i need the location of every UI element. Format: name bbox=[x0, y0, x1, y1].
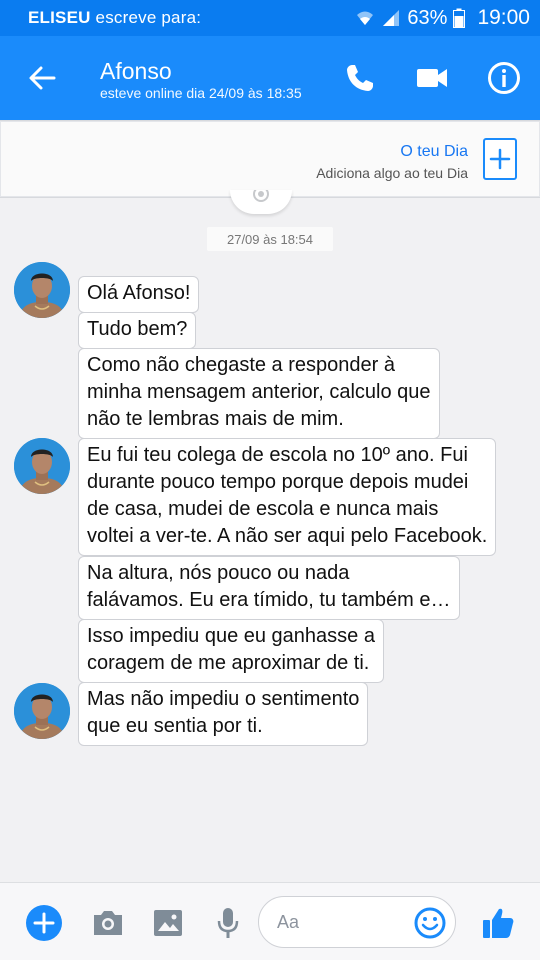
person-photo-icon bbox=[14, 683, 70, 739]
message-bubble[interactable]: Na altura, nós pouco ou nada falávamos. … bbox=[78, 556, 460, 620]
back-arrow-icon[interactable] bbox=[24, 60, 60, 96]
like-button[interactable] bbox=[478, 903, 518, 943]
notification-sender: ELISEU bbox=[28, 8, 91, 27]
emoji-button[interactable] bbox=[410, 903, 450, 943]
contact-avatar[interactable] bbox=[14, 262, 70, 318]
info-icon[interactable] bbox=[486, 60, 522, 96]
notification-message: escreve para: bbox=[95, 8, 202, 27]
contact-avatar[interactable] bbox=[14, 438, 70, 494]
person-photo-icon bbox=[14, 438, 70, 494]
image-icon bbox=[154, 910, 182, 936]
voice-button[interactable] bbox=[208, 903, 248, 943]
person-photo-icon bbox=[14, 262, 70, 318]
add-story-button[interactable] bbox=[483, 138, 517, 180]
clock: 19:00 bbox=[477, 6, 530, 29]
emoji-icon bbox=[414, 907, 446, 939]
message-bubble[interactable]: Mas não impediu o sentimento que eu sent… bbox=[78, 682, 369, 746]
contact-name[interactable]: Afonso bbox=[100, 58, 172, 85]
message-bubble[interactable]: Como não chegaste a responder à minha me… bbox=[78, 348, 440, 439]
wifi-icon bbox=[357, 11, 374, 25]
scroll-indicator[interactable] bbox=[230, 190, 292, 214]
message-bubble[interactable]: Eu fui teu colega de escola no 10º ano. … bbox=[78, 438, 497, 556]
plus-icon bbox=[489, 148, 511, 170]
notification-text: ELISEU escreve para: bbox=[28, 8, 201, 28]
contact-avatar[interactable] bbox=[14, 683, 70, 739]
conversation-header: Afonso esteve online dia 24/09 às 18:35 bbox=[0, 36, 540, 120]
story-banner[interactable]: O teu Dia Adiciona algo ao teu Dia bbox=[0, 120, 540, 198]
add-more-button[interactable] bbox=[24, 903, 64, 943]
video-camera-icon[interactable] bbox=[414, 60, 450, 96]
message-bubble[interactable]: Tudo bem? bbox=[78, 312, 197, 349]
thumbs-up-icon bbox=[483, 908, 514, 938]
status-bar: ELISEU escreve para: 63% 19:00 bbox=[0, 0, 540, 36]
message-bubble[interactable]: Isso impediu que eu ganhasse a coragem d… bbox=[78, 619, 384, 683]
plus-icon bbox=[26, 905, 62, 941]
last-seen-status: esteve online dia 24/09 às 18:35 bbox=[100, 85, 302, 101]
signal-icon bbox=[383, 10, 400, 26]
phone-icon[interactable] bbox=[342, 60, 378, 96]
gallery-button[interactable] bbox=[148, 903, 188, 943]
loading-spinner-icon bbox=[253, 190, 269, 202]
microphone-icon bbox=[217, 908, 239, 938]
message-timestamp: 27/09 às 18:54 bbox=[207, 227, 333, 251]
message-input-placeholder: Aa bbox=[277, 912, 300, 932]
story-subtitle: Adiciona algo ao teu Dia bbox=[316, 165, 468, 181]
message-composer: Aa bbox=[0, 882, 540, 960]
message-bubble[interactable]: Olá Afonso! bbox=[78, 276, 200, 313]
story-title[interactable]: O teu Dia bbox=[400, 143, 468, 161]
camera-icon bbox=[94, 911, 122, 935]
battery-percent: 63% bbox=[407, 6, 448, 29]
battery-icon bbox=[453, 8, 466, 28]
camera-button[interactable] bbox=[88, 903, 128, 943]
